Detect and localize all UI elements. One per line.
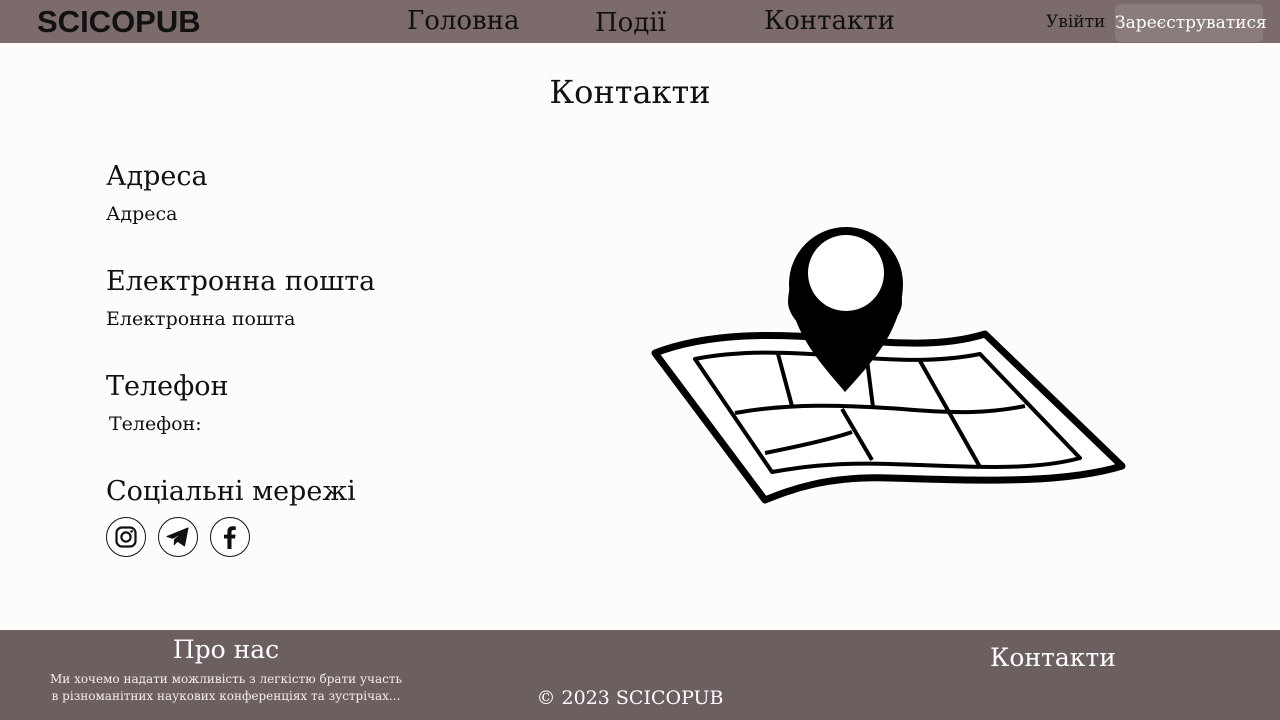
copyright: © 2023 SCICOPUB (536, 687, 724, 709)
email-heading: Електронна пошта (106, 266, 376, 297)
instagram-icon (115, 526, 137, 548)
telegram-icon (166, 527, 189, 547)
nav-events-link[interactable]: Події (595, 6, 666, 40)
phone-value: Телефон: (109, 413, 202, 435)
about-heading: Про нас (172, 635, 280, 664)
social-heading: Соціальні мережі (106, 476, 356, 507)
address-heading: Адреса (106, 161, 208, 192)
page-title: Контакти (549, 73, 711, 111)
instagram-button[interactable] (106, 517, 146, 557)
header: SCICOPUB Головна Події Контакти Увійти З… (0, 0, 1280, 43)
nav-home-link[interactable]: Головна (407, 4, 520, 38)
facebook-button[interactable] (210, 517, 250, 557)
nav-contacts-link[interactable]: Контакти (764, 4, 895, 38)
map-pin-icon (651, 227, 1126, 504)
telegram-button[interactable] (158, 517, 198, 557)
footer-contacts-link[interactable]: Контакти (990, 642, 1116, 674)
facebook-icon (224, 526, 236, 549)
footer: Про нас Ми хочемо надати можливість з ле… (0, 630, 1280, 720)
login-link[interactable]: Увійти (1046, 10, 1105, 34)
phone-heading: Телефон (106, 371, 229, 402)
address-value: Адреса (106, 203, 178, 225)
logo[interactable]: SCICOPUB (37, 3, 201, 40)
register-button[interactable]: Зареєструватися (1115, 4, 1267, 42)
email-value: Електронна пошта (106, 308, 296, 330)
